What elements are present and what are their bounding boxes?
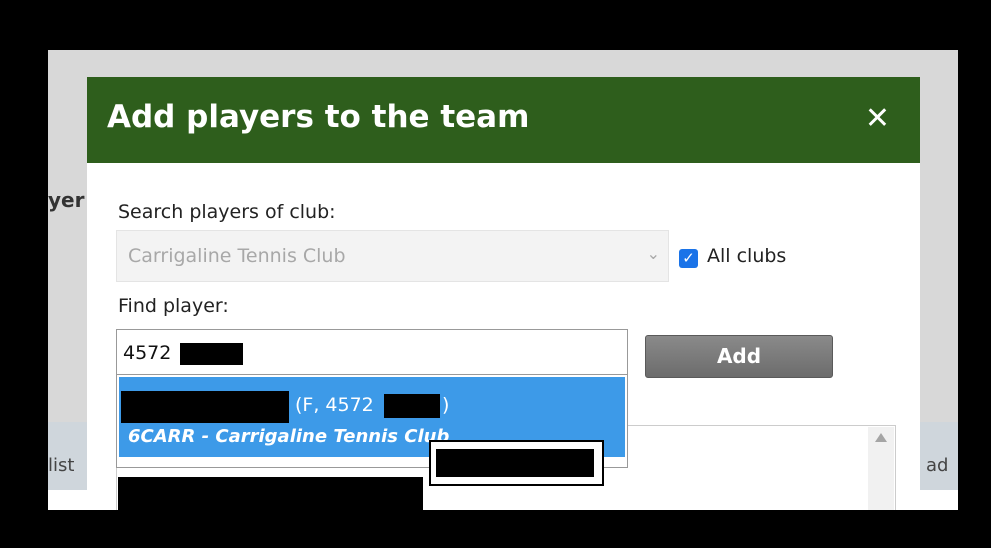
redaction-block [118, 477, 423, 513]
redaction-block [180, 343, 243, 365]
dialog-title: Add players to the team [107, 99, 530, 135]
add-button[interactable]: Add [645, 335, 833, 378]
autocomplete-item-details-close: ) [442, 394, 450, 416]
close-icon[interactable]: ✕ [865, 101, 890, 137]
screenshot-frame: yer list ad Add players to the team ✕ Se… [0, 0, 991, 548]
dialog-header: Add players to the team ✕ [87, 77, 920, 163]
background-list-fragment: list [48, 455, 75, 476]
background-add-fragment: ad [926, 455, 949, 476]
all-clubs-label[interactable]: All clubs [707, 245, 786, 267]
club-select-value: Carrigaline Tennis Club [128, 245, 346, 267]
all-clubs-checkbox[interactable]: ✓ [679, 249, 698, 268]
club-select-label: Search players of club: [118, 201, 336, 223]
find-player-label: Find player: [118, 295, 229, 317]
autocomplete-item-details: (F, 4572 [295, 394, 374, 416]
redaction-block [384, 394, 440, 418]
list-scrollbar[interactable] [868, 427, 894, 510]
redaction-box [429, 440, 604, 486]
chevron-down-icon: ⌄ [646, 244, 660, 263]
scroll-up-arrow-icon[interactable] [875, 433, 887, 442]
background-heading-fragment: yer [48, 188, 85, 212]
autocomplete-item-club: 6CARR - Carrigaline Tennis Club [128, 426, 450, 447]
club-select[interactable]: Carrigaline Tennis Club ⌄ [116, 230, 669, 282]
find-player-input-value: 4572 [123, 342, 172, 364]
find-player-input[interactable]: 4572 [116, 329, 628, 375]
redaction-block [121, 391, 289, 423]
